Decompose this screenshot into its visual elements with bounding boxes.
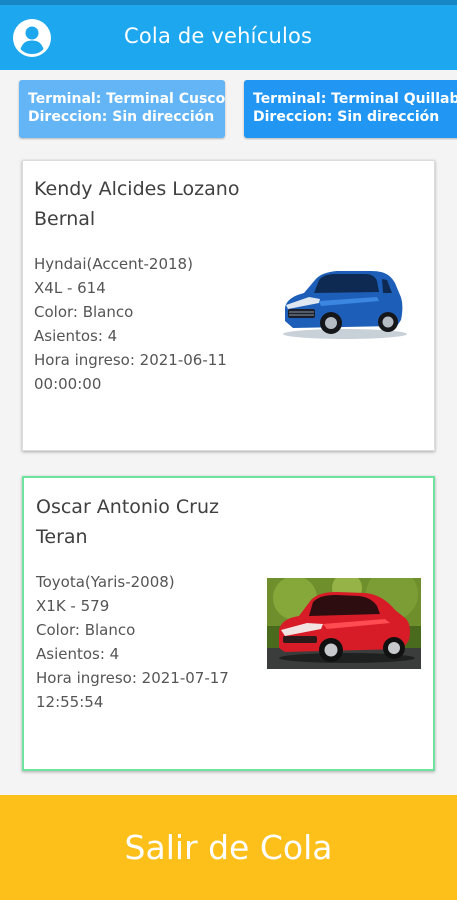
vehicle-model: Toyota(Yaris-2008) — [36, 573, 175, 591]
car-photo — [279, 265, 409, 345]
car-photo — [267, 578, 421, 669]
vehicle-color: Color: Blanco — [34, 303, 134, 321]
driver-name: Kendy Alcides Lozano Bernal — [34, 178, 240, 230]
terminal-address: Direccion: Sin dirección — [253, 109, 440, 125]
page-title: Cola de vehículos — [124, 24, 313, 48]
vehicle-details: Toyota(Yaris-2008) X1K - 579 Color: Blan… — [36, 570, 256, 714]
exit-queue-button[interactable]: Salir de Cola — [0, 795, 457, 900]
vehicle-plate: X1K - 579 — [36, 597, 110, 615]
terminal-chip-cusco[interactable]: Terminal: Terminal Cusco Direccion: Sin … — [19, 80, 225, 138]
terminal-name: Terminal: Terminal Cusco — [28, 91, 225, 107]
vehicle-details: Hyndai(Accent-2018) X4L - 614 Color: Bla… — [34, 252, 254, 396]
terminal-address: Direccion: Sin dirección — [28, 109, 215, 125]
vehicle-color: Color: Blanco — [36, 621, 136, 639]
vehicle-model: Hyndai(Accent-2018) — [34, 255, 193, 273]
account-circle-icon[interactable] — [12, 18, 52, 58]
app-bar: Cola de vehículos — [0, 5, 457, 70]
terminal-selector: Terminal: Terminal Cusco Direccion: Sin … — [0, 80, 457, 140]
entry-time: Hora ingreso: 2021-06-11 00:00:00 — [34, 351, 227, 393]
vehicle-seats: Asientos: 4 — [36, 645, 120, 663]
vehicle-card[interactable]: Kendy Alcides Lozano Bernal Hyndai(Accen… — [22, 160, 435, 451]
vehicle-plate: X4L - 614 — [34, 279, 106, 297]
entry-time: Hora ingreso: 2021-07-17 12:55:54 — [36, 669, 229, 711]
terminal-name: Terminal: Terminal Quillabamba — [253, 91, 457, 107]
vehicle-card-selected[interactable]: Oscar Antonio Cruz Teran Toyota(Yaris-20… — [22, 476, 435, 771]
driver-name: Oscar Antonio Cruz Teran — [36, 496, 219, 548]
terminal-chip-quillabamba[interactable]: Terminal: Terminal Quillabamba Direccion… — [244, 80, 457, 138]
vehicle-seats: Asientos: 4 — [34, 327, 118, 345]
